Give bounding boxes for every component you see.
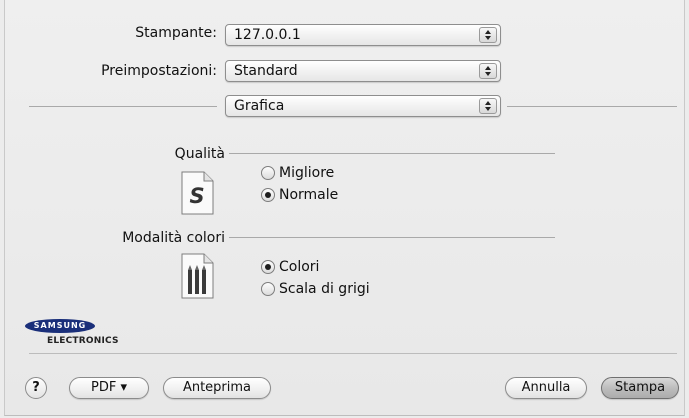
color-mode-title: Modalità colori — [122, 230, 225, 246]
color-option-color-label: Colori — [279, 259, 320, 275]
quality-document-icon: S — [180, 171, 214, 215]
samsung-logo: SAMSUNG — [25, 319, 95, 333]
quality-icon-letter: S — [189, 184, 205, 208]
quality-option-normal[interactable]: Normale — [261, 187, 338, 203]
color-option-color[interactable]: Colori — [261, 259, 319, 275]
quality-option-best[interactable]: Migliore — [261, 165, 334, 181]
popup-stepper-icon — [479, 63, 497, 79]
print-button[interactable]: Stampa — [601, 377, 679, 399]
section-popup[interactable]: Grafica — [225, 95, 501, 117]
help-button[interactable]: ? — [25, 377, 47, 399]
color-mode-divider — [229, 237, 555, 238]
popup-stepper-icon — [479, 27, 497, 43]
cancel-button[interactable]: Annulla — [505, 377, 587, 399]
printer-value: 127.0.0.1 — [234, 27, 301, 43]
quality-title: Qualità — [174, 146, 225, 162]
quality-divider — [229, 153, 555, 154]
presets-popup[interactable]: Standard — [225, 60, 501, 82]
print-dialog: Stampante: 127.0.0.1 Preimpostazioni: St… — [4, 0, 685, 416]
samsung-logo-text: SAMSUNG — [33, 321, 87, 330]
radio-normal[interactable] — [261, 188, 275, 202]
quality-option-best-label: Migliore — [279, 165, 335, 181]
section-divider-left — [29, 106, 217, 107]
samsung-electronics-text: ELECTRONICS — [47, 336, 119, 346]
color-option-grayscale-label: Scala di grigi — [279, 281, 370, 297]
footer-divider — [29, 353, 677, 354]
color-pencils-icon — [180, 253, 214, 299]
preview-button[interactable]: Anteprima — [163, 377, 271, 399]
radio-best[interactable] — [261, 166, 275, 180]
presets-label: Preimpostazioni: — [101, 63, 217, 79]
section-divider-right — [507, 106, 677, 107]
radio-color[interactable] — [261, 260, 275, 274]
presets-value: Standard — [234, 63, 298, 79]
pdf-button[interactable]: PDF ▾ — [69, 377, 149, 399]
radio-grayscale[interactable] — [261, 282, 275, 296]
section-value: Grafica — [234, 98, 285, 114]
popup-stepper-icon — [479, 98, 497, 114]
printer-popup[interactable]: 127.0.0.1 — [225, 24, 501, 46]
color-option-grayscale[interactable]: Scala di grigi — [261, 281, 370, 297]
quality-option-normal-label: Normale — [279, 187, 339, 203]
printer-label: Stampante: — [135, 25, 217, 41]
